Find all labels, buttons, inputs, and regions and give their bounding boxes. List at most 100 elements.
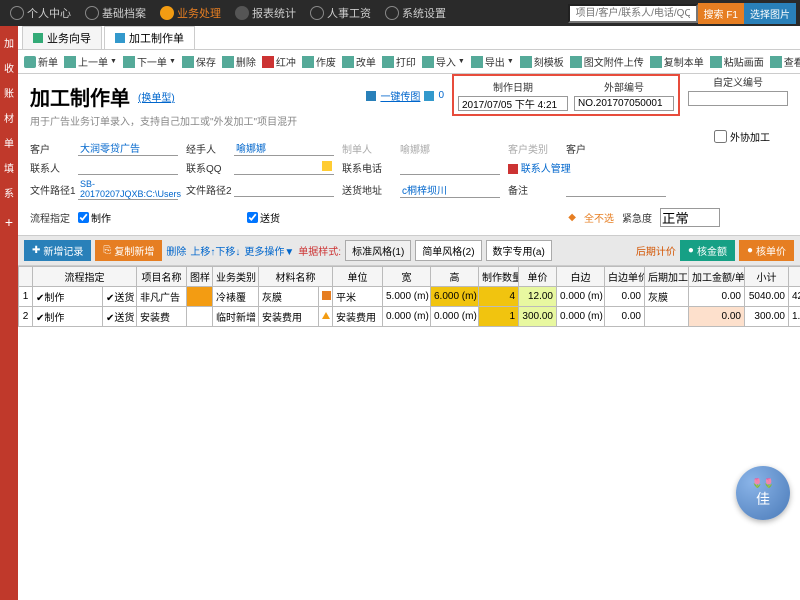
export-icon <box>471 56 483 68</box>
nav-business[interactable]: 业务处理 <box>154 5 227 21</box>
change-type-link[interactable]: (换单型) <box>138 89 175 104</box>
nav-reports[interactable]: 报表统计 <box>229 5 302 21</box>
tb-template[interactable]: 刻模板 <box>520 54 564 69</box>
onekey-upload-link[interactable]: 一键传图 <box>380 88 420 103</box>
upload-icon <box>570 56 582 68</box>
top-navbar: 个人中心 基础档案 业务处理 报表统计 人事工资 系统设置 搜索 F1 选择图片 <box>0 0 800 26</box>
tab-processing-order[interactable]: 加工制作单 <box>104 26 195 49</box>
tb-void[interactable]: 作废 <box>302 54 336 69</box>
tab-guide[interactable]: 业务向导 <box>22 26 102 49</box>
select-none-link[interactable]: 全不选 <box>584 210 614 225</box>
delete-icon <box>222 56 234 68</box>
handler-label: 经手人 <box>186 141 226 156</box>
customer-field[interactable]: 大润零贷广告 <box>78 140 178 156</box>
void-icon <box>302 56 314 68</box>
calc-price-button[interactable]: ● 核单价 <box>739 240 794 261</box>
flow-make-checkbox[interactable]: 制作 <box>78 210 111 225</box>
style-tab-simple[interactable]: 简单风格(2) <box>415 240 481 261</box>
tb-import[interactable]: 导入▼ <box>422 54 465 69</box>
style-tab-digit[interactable]: 数字专用(a) <box>486 240 552 261</box>
ad-icon <box>160 6 174 20</box>
tb-copy[interactable]: 复制本单 <box>650 54 704 69</box>
nav-settings[interactable]: 系统设置 <box>379 5 452 21</box>
nav-hr[interactable]: 人事工资 <box>304 5 377 21</box>
ab-move[interactable]: 上移↑下移↓ <box>190 243 240 258</box>
tb-upload[interactable]: 图文附件上传 <box>570 54 644 69</box>
edit-icon <box>342 56 354 68</box>
date-input[interactable] <box>458 96 568 111</box>
sb-item[interactable]: 材 <box>2 105 16 130</box>
table-row[interactable]: 2 ✔制作 ✔送货 安装费 临时新增 安装费用 安装费用 0.000 (m) 0… <box>19 307 800 327</box>
contact-field[interactable] <box>78 161 178 175</box>
ab-delete[interactable]: 删除 <box>166 243 186 258</box>
sb-item[interactable]: 系 <box>2 180 16 205</box>
left-sidebar: 加 收 账 材 单 填 系 + <box>0 26 18 600</box>
select-image-button[interactable]: 选择图片 <box>744 3 796 24</box>
doc-icon <box>115 33 125 43</box>
urgent-input[interactable] <box>660 208 720 227</box>
items-table: 流程指定 项目名称图样业务类别 材料名称 单位宽高 制作数量单价白边 白边单价后… <box>18 266 800 327</box>
chart-icon <box>235 6 249 20</box>
style-tab-standard[interactable]: 标准风格(1) <box>345 240 411 261</box>
contact-label: 联系人 <box>30 160 70 175</box>
note-field[interactable] <box>566 183 666 197</box>
tel-field[interactable] <box>400 161 500 175</box>
table-row[interactable]: 1 ✔制作 ✔送货 非凡广告 冷裱覆 灰膜 平米 5.000 (m) 6.000… <box>19 287 800 307</box>
flow-send-checkbox[interactable]: 送货 <box>247 210 280 225</box>
qq-icon <box>322 161 332 171</box>
customno-input[interactable] <box>688 91 788 106</box>
addr-field[interactable]: c桐梓坝川 <box>400 182 500 198</box>
nav-personal[interactable]: 个人中心 <box>4 5 77 21</box>
print-icon <box>382 56 394 68</box>
path2-field[interactable] <box>234 183 334 197</box>
copy-record-button[interactable]: ⎘ 复制新增 <box>95 240 162 261</box>
sb-item[interactable]: 填 <box>2 155 16 180</box>
calc-amount-button[interactable]: ● 核金额 <box>680 240 735 261</box>
tb-payhistory[interactable]: 查看收款过程 <box>770 54 800 69</box>
tb-paste[interactable]: 粘贴画面 <box>710 54 764 69</box>
circle-icon <box>385 6 399 20</box>
sb-item[interactable]: 账 <box>2 80 16 105</box>
page-title: 加工制作单 <box>30 82 130 111</box>
orderno-label: 外部编号 <box>574 79 674 94</box>
sb-item[interactable]: 单 <box>2 130 16 155</box>
document-tabs: 业务向导 加工制作单 <box>18 26 800 50</box>
tb-save[interactable]: 保存 <box>182 54 216 69</box>
tb-print[interactable]: 打印 <box>382 54 416 69</box>
path1-field[interactable]: SB-20170207JQXB:C:\Users <box>78 179 178 200</box>
global-search-input[interactable] <box>568 4 698 23</box>
image-icon <box>366 91 376 101</box>
tb-export[interactable]: 导出▼ <box>471 54 514 69</box>
arrow-left-icon <box>64 56 76 68</box>
tb-next[interactable]: 下一单▼ <box>123 54 176 69</box>
contact-mgr-icon <box>508 164 518 174</box>
import-icon <box>422 56 434 68</box>
ctype-label: 客户类别 <box>508 141 558 156</box>
tb-edit[interactable]: 改单 <box>342 54 376 69</box>
search-button[interactable]: 搜索 F1 <box>698 3 744 24</box>
tel-label: 联系电话 <box>342 160 392 175</box>
tb-new[interactable]: 新单 <box>24 54 58 69</box>
table-header-row: 流程指定 项目名称图样业务类别 材料名称 单位宽高 制作数量单价白边 白边单价后… <box>19 267 800 287</box>
paste-icon <box>710 56 722 68</box>
circle-icon <box>85 6 99 20</box>
nav-base[interactable]: 基础档案 <box>79 5 152 21</box>
tb-redrush[interactable]: 红冲 <box>262 54 296 69</box>
attach-count: 0 <box>438 90 444 101</box>
tb-prev[interactable]: 上一单▼ <box>64 54 117 69</box>
post-pricing-link[interactable]: 后期计价 <box>636 247 676 258</box>
sb-add[interactable]: + <box>3 209 15 235</box>
floating-assistant-button[interactable]: 🌷🌷 佳 <box>736 466 790 520</box>
outsource-checkbox[interactable]: 外协加工 <box>714 129 770 144</box>
qq-field[interactable] <box>234 161 334 175</box>
orderno-input[interactable] <box>574 96 674 111</box>
add-record-button[interactable]: ✚ 新增记录 <box>24 240 91 261</box>
sb-item[interactable]: 收 <box>2 55 16 80</box>
ab-more[interactable]: 更多操作▼ <box>244 243 294 258</box>
tb-delete[interactable]: 删除 <box>222 54 256 69</box>
contact-mgr-link[interactable]: 联系人管理 <box>521 164 571 175</box>
handler-field[interactable]: 喻娜娜 <box>234 140 334 156</box>
sb-item[interactable]: 加 <box>2 30 16 55</box>
urgent-label: 紧急度 <box>622 210 652 225</box>
arrow-right-icon <box>123 56 135 68</box>
